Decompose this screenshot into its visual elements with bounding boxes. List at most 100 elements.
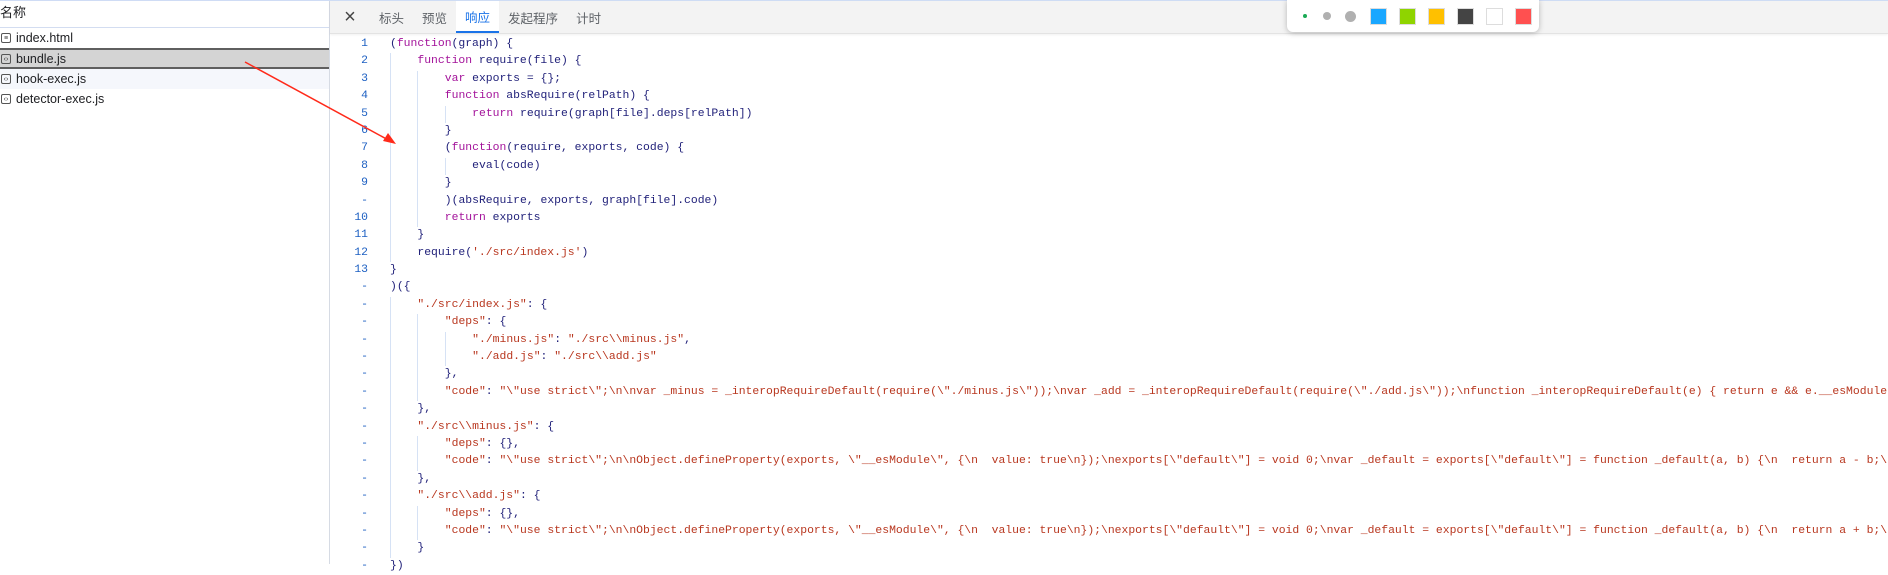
line-number: 2 — [361, 55, 368, 68]
code-line: -)({ — [330, 279, 1888, 296]
indent-guide — [390, 140, 417, 158]
pen-size-medium[interactable] — [1323, 12, 1331, 20]
indent-guide — [390, 314, 417, 332]
code-text: } — [368, 540, 424, 558]
indent-guide — [390, 70, 417, 89]
line-number: 5 — [361, 107, 368, 120]
color-swatch[interactable] — [1399, 7, 1416, 25]
code-line: - "./add.js": "./src\\add.js" — [330, 349, 1888, 367]
color-swatch[interactable] — [1457, 7, 1474, 25]
code-text: } — [368, 227, 424, 245]
file-row[interactable]: ‹› hook-exec.js — [0, 69, 329, 89]
code-line: 9} — [330, 175, 1888, 193]
code-text: var exports = {}; — [368, 70, 561, 89]
code-text: } — [368, 122, 452, 141]
file-row[interactable]: ≡ index.html — [0, 28, 329, 48]
indent-guide — [417, 88, 444, 106]
code-text: }, — [368, 401, 431, 419]
file-row[interactable]: ‹› detector-exec.js — [0, 89, 329, 109]
code-text: "deps": {}, — [368, 435, 520, 454]
color-swatches — [1370, 7, 1532, 25]
color-swatch[interactable] — [1370, 7, 1387, 25]
line-number: - — [361, 437, 368, 450]
indent-guide — [417, 192, 444, 210]
tab-3[interactable]: 响应 — [456, 1, 500, 33]
line-number: - — [361, 559, 368, 572]
code-text: "code": "\"use strict\";\n\nObject.defin… — [368, 522, 1888, 541]
code-text: require('./src/index.js') — [368, 244, 588, 263]
code-line: 8 eval(code) — [330, 157, 1888, 176]
line-number: 8 — [361, 159, 368, 172]
tab-1[interactable]: 标头 — [370, 1, 413, 33]
code-text: "./src/index.js": { — [368, 296, 547, 315]
tab-2[interactable]: 预览 — [413, 1, 456, 33]
line-number: - — [361, 490, 368, 503]
indent-guide — [390, 122, 417, 141]
indent-guide — [390, 53, 417, 71]
indent-guide — [417, 505, 444, 523]
code-line: - "code": "\"use strict\";\n\nObject.defi… — [330, 522, 1888, 541]
indent-guide — [390, 296, 417, 315]
code-text: "code": "\"use strict\";\n\nvar _minus =… — [368, 383, 1888, 402]
code-viewer[interactable]: 1 (function(graph) {2 function require(fil… — [330, 36, 1888, 575]
file-row[interactable]: ‹› bundle.js — [0, 48, 329, 69]
code-text: "./minus.js": "./src\\minus.js", — [368, 331, 691, 350]
script-icon: ‹› — [1, 74, 11, 84]
line-number: 6 — [361, 124, 368, 137]
code-text: "./add.js": "./src\\add.js" — [368, 349, 657, 367]
code-line: 3 var exports = {}; — [330, 70, 1888, 89]
code-line: - "./src\\add.js": { — [330, 488, 1888, 506]
code-text: } — [368, 175, 452, 193]
string-token: "deps" — [444, 507, 486, 520]
script-icon: ‹› — [1, 53, 11, 64]
code-line: 11} — [330, 227, 1888, 245]
code-text: }) — [390, 559, 404, 572]
string-token: "deps" — [444, 437, 486, 450]
pen-size-small[interactable] — [1303, 14, 1307, 18]
indent-guide — [417, 522, 444, 541]
code-text: }, — [368, 470, 431, 489]
line-number: - — [361, 420, 368, 433]
line-number: 10 — [354, 211, 368, 224]
indent-guide — [417, 314, 444, 332]
string-token: "./minus.js" — [472, 333, 555, 346]
code-line: -} — [330, 540, 1888, 558]
code-line: -}, — [330, 366, 1888, 384]
color-swatch[interactable] — [1486, 7, 1503, 25]
code-line: - "./src/index.js": { — [330, 296, 1888, 315]
file-name: detector-exec.js — [16, 92, 105, 106]
indent-guide — [390, 192, 417, 210]
indent-guide — [390, 435, 417, 454]
indent-guide — [417, 105, 444, 123]
annotation-toolbar — [1287, 0, 1539, 32]
string-token: "./src\\add.js" — [417, 490, 520, 503]
line-number: - — [361, 524, 368, 537]
indent-guide — [417, 453, 444, 471]
indent-guide — [417, 331, 444, 350]
name-column-header[interactable]: 名称 — [0, 1, 329, 28]
code-line: 7 (function(require, exports, code) { — [330, 140, 1888, 158]
indent-guide — [390, 227, 417, 245]
indent-guide — [417, 175, 444, 193]
string-token: "./src/index.js" — [417, 298, 527, 311]
code-line: 2 function require(file) { — [330, 53, 1888, 71]
string-token: "./src\\minus.js" — [567, 333, 685, 346]
string-token: "code" — [444, 455, 486, 468]
line-number: - — [361, 298, 368, 311]
string-token: "code" — [444, 524, 486, 537]
tab-5[interactable]: 计时 — [567, 1, 610, 33]
pen-size-large[interactable] — [1345, 10, 1356, 22]
code-text: "code": "\"use strict\";\n\nObject.defin… — [368, 453, 1888, 471]
string-token: "./add.js" — [472, 351, 541, 364]
line-number: 11 — [354, 229, 368, 242]
tab-4[interactable]: 发起程序 — [499, 1, 567, 33]
indent-guide — [390, 488, 417, 506]
indent-guide — [417, 383, 444, 402]
response-panel: × 标头 预览 响应 发起程序 计时 1 (function(graph) {2 funct… — [330, 1, 1888, 572]
line-number: - — [361, 194, 368, 207]
script-icon: ‹› — [1, 94, 11, 104]
close-icon[interactable]: × — [330, 1, 370, 33]
color-swatch[interactable] — [1515, 7, 1532, 25]
color-swatch[interactable] — [1428, 7, 1445, 25]
string-token: "deps" — [444, 316, 486, 329]
